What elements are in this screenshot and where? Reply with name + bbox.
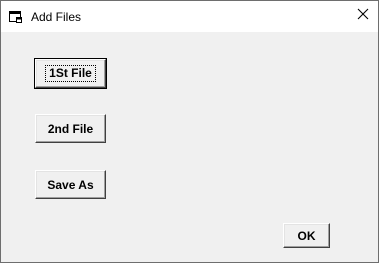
save-as-button[interactable]: Save As xyxy=(35,170,106,199)
close-icon xyxy=(357,7,369,25)
title-bar: Add Files xyxy=(1,1,378,32)
window-title: Add Files xyxy=(31,10,82,24)
ok-label: OK xyxy=(297,228,316,243)
ok-button[interactable]: OK xyxy=(283,223,330,248)
dialog-body: 1St File 2nd File Save As OK xyxy=(1,32,378,262)
close-button[interactable] xyxy=(348,1,378,31)
second-file-button[interactable]: 2nd File xyxy=(35,114,106,143)
second-file-label: 2nd File xyxy=(47,121,94,136)
first-file-label: 1St File xyxy=(45,65,96,82)
add-files-dialog: Add Files 1St File 2nd File Save As OK xyxy=(0,0,379,263)
save-as-label: Save As xyxy=(47,177,94,192)
first-file-button[interactable]: 1St File xyxy=(34,58,107,89)
app-window-icon xyxy=(9,10,23,24)
